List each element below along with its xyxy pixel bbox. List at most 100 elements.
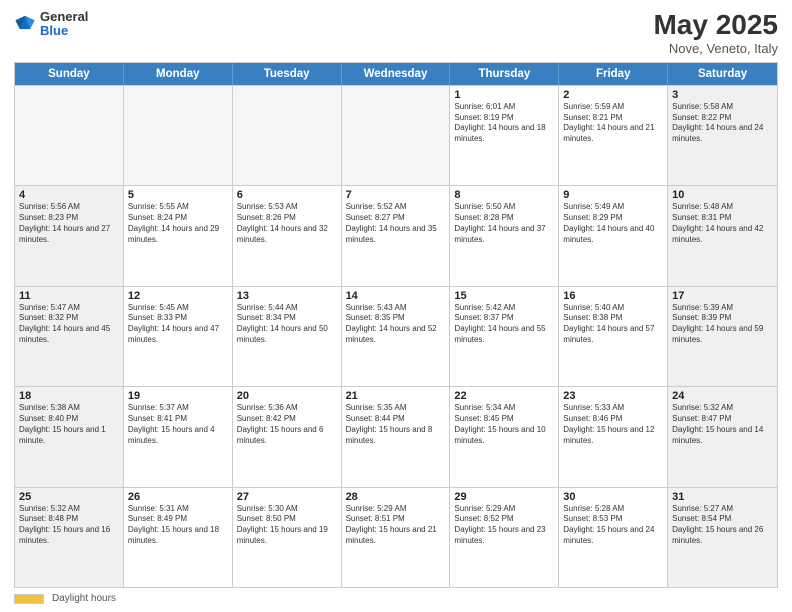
day-number: 4 xyxy=(19,189,119,201)
day-info: Sunrise: 5:27 AMSunset: 8:54 PMDaylight:… xyxy=(672,504,773,547)
day-number: 18 xyxy=(19,390,119,402)
calendar-title: May 2025 xyxy=(653,10,778,41)
day-number: 7 xyxy=(346,189,446,201)
logo-general-text: General xyxy=(40,10,88,24)
day-number: 22 xyxy=(454,390,554,402)
cal-cell-29: 29Sunrise: 5:29 AMSunset: 8:52 PMDayligh… xyxy=(450,488,559,587)
cal-row-3: 18Sunrise: 5:38 AMSunset: 8:40 PMDayligh… xyxy=(15,386,777,486)
page: General Blue May 2025 Nove, Veneto, Ital… xyxy=(0,0,792,612)
day-number: 21 xyxy=(346,390,446,402)
cal-cell-17: 17Sunrise: 5:39 AMSunset: 8:39 PMDayligh… xyxy=(668,287,777,386)
day-number: 19 xyxy=(128,390,228,402)
day-number: 24 xyxy=(672,390,773,402)
day-info: Sunrise: 5:50 AMSunset: 8:28 PMDaylight:… xyxy=(454,202,554,245)
day-info: Sunrise: 5:35 AMSunset: 8:44 PMDaylight:… xyxy=(346,403,446,446)
cal-cell-23: 23Sunrise: 5:33 AMSunset: 8:46 PMDayligh… xyxy=(559,387,668,486)
title-block: May 2025 Nove, Veneto, Italy xyxy=(653,10,778,56)
cal-cell-10: 10Sunrise: 5:48 AMSunset: 8:31 PMDayligh… xyxy=(668,186,777,285)
cal-cell-empty-0-2 xyxy=(233,86,342,185)
cal-cell-19: 19Sunrise: 5:37 AMSunset: 8:41 PMDayligh… xyxy=(124,387,233,486)
cal-cell-1: 1Sunrise: 6:01 AMSunset: 8:19 PMDaylight… xyxy=(450,86,559,185)
calendar-subtitle: Nove, Veneto, Italy xyxy=(653,41,778,56)
day-info: Sunrise: 5:38 AMSunset: 8:40 PMDaylight:… xyxy=(19,403,119,446)
day-info: Sunrise: 5:47 AMSunset: 8:32 PMDaylight:… xyxy=(19,303,119,346)
cal-header-wednesday: Wednesday xyxy=(342,63,451,85)
cal-cell-empty-0-0 xyxy=(15,86,124,185)
day-info: Sunrise: 5:53 AMSunset: 8:26 PMDaylight:… xyxy=(237,202,337,245)
calendar: SundayMondayTuesdayWednesdayThursdayFrid… xyxy=(14,62,778,588)
day-info: Sunrise: 5:29 AMSunset: 8:52 PMDaylight:… xyxy=(454,504,554,547)
cal-row-0: 1Sunrise: 6:01 AMSunset: 8:19 PMDaylight… xyxy=(15,85,777,185)
calendar-body: 1Sunrise: 6:01 AMSunset: 8:19 PMDaylight… xyxy=(15,85,777,587)
cal-cell-13: 13Sunrise: 5:44 AMSunset: 8:34 PMDayligh… xyxy=(233,287,342,386)
cal-cell-5: 5Sunrise: 5:55 AMSunset: 8:24 PMDaylight… xyxy=(124,186,233,285)
day-info: Sunrise: 5:43 AMSunset: 8:35 PMDaylight:… xyxy=(346,303,446,346)
day-info: Sunrise: 6:01 AMSunset: 8:19 PMDaylight:… xyxy=(454,102,554,145)
cal-header-saturday: Saturday xyxy=(668,63,777,85)
day-number: 1 xyxy=(454,89,554,101)
day-number: 31 xyxy=(672,491,773,503)
day-number: 25 xyxy=(19,491,119,503)
cal-cell-2: 2Sunrise: 5:59 AMSunset: 8:21 PMDaylight… xyxy=(559,86,668,185)
logo-blue-text: Blue xyxy=(40,24,88,38)
cal-cell-28: 28Sunrise: 5:29 AMSunset: 8:51 PMDayligh… xyxy=(342,488,451,587)
day-number: 23 xyxy=(563,390,663,402)
cal-row-2: 11Sunrise: 5:47 AMSunset: 8:32 PMDayligh… xyxy=(15,286,777,386)
day-number: 15 xyxy=(454,290,554,302)
footer: Daylight hours xyxy=(14,593,778,604)
day-info: Sunrise: 5:39 AMSunset: 8:39 PMDaylight:… xyxy=(672,303,773,346)
logo: General Blue xyxy=(14,10,88,39)
logo-text: General Blue xyxy=(40,10,88,39)
cal-cell-16: 16Sunrise: 5:40 AMSunset: 8:38 PMDayligh… xyxy=(559,287,668,386)
cal-cell-empty-0-3 xyxy=(342,86,451,185)
day-number: 11 xyxy=(19,290,119,302)
day-info: Sunrise: 5:59 AMSunset: 8:21 PMDaylight:… xyxy=(563,102,663,145)
day-info: Sunrise: 5:44 AMSunset: 8:34 PMDaylight:… xyxy=(237,303,337,346)
day-number: 28 xyxy=(346,491,446,503)
cal-cell-30: 30Sunrise: 5:28 AMSunset: 8:53 PMDayligh… xyxy=(559,488,668,587)
day-info: Sunrise: 5:40 AMSunset: 8:38 PMDaylight:… xyxy=(563,303,663,346)
cal-row-4: 25Sunrise: 5:32 AMSunset: 8:48 PMDayligh… xyxy=(15,487,777,587)
cal-cell-20: 20Sunrise: 5:36 AMSunset: 8:42 PMDayligh… xyxy=(233,387,342,486)
daylight-label: Daylight hours xyxy=(52,593,116,604)
day-number: 10 xyxy=(672,189,773,201)
day-number: 9 xyxy=(563,189,663,201)
cal-cell-empty-0-1 xyxy=(124,86,233,185)
day-number: 8 xyxy=(454,189,554,201)
cal-header-monday: Monday xyxy=(124,63,233,85)
day-info: Sunrise: 5:28 AMSunset: 8:53 PMDaylight:… xyxy=(563,504,663,547)
cal-cell-15: 15Sunrise: 5:42 AMSunset: 8:37 PMDayligh… xyxy=(450,287,559,386)
day-number: 6 xyxy=(237,189,337,201)
day-number: 20 xyxy=(237,390,337,402)
cal-cell-18: 18Sunrise: 5:38 AMSunset: 8:40 PMDayligh… xyxy=(15,387,124,486)
cal-header-friday: Friday xyxy=(559,63,668,85)
day-number: 17 xyxy=(672,290,773,302)
day-number: 13 xyxy=(237,290,337,302)
day-info: Sunrise: 5:33 AMSunset: 8:46 PMDaylight:… xyxy=(563,403,663,446)
day-info: Sunrise: 5:32 AMSunset: 8:48 PMDaylight:… xyxy=(19,504,119,547)
cal-cell-25: 25Sunrise: 5:32 AMSunset: 8:48 PMDayligh… xyxy=(15,488,124,587)
day-info: Sunrise: 5:52 AMSunset: 8:27 PMDaylight:… xyxy=(346,202,446,245)
cal-cell-24: 24Sunrise: 5:32 AMSunset: 8:47 PMDayligh… xyxy=(668,387,777,486)
day-number: 30 xyxy=(563,491,663,503)
cal-header-sunday: Sunday xyxy=(15,63,124,85)
cal-cell-21: 21Sunrise: 5:35 AMSunset: 8:44 PMDayligh… xyxy=(342,387,451,486)
day-info: Sunrise: 5:45 AMSunset: 8:33 PMDaylight:… xyxy=(128,303,228,346)
day-info: Sunrise: 5:49 AMSunset: 8:29 PMDaylight:… xyxy=(563,202,663,245)
day-number: 29 xyxy=(454,491,554,503)
calendar-header-row: SundayMondayTuesdayWednesdayThursdayFrid… xyxy=(15,63,777,85)
day-number: 26 xyxy=(128,491,228,503)
day-info: Sunrise: 5:30 AMSunset: 8:50 PMDaylight:… xyxy=(237,504,337,547)
cal-cell-26: 26Sunrise: 5:31 AMSunset: 8:49 PMDayligh… xyxy=(124,488,233,587)
logo-icon xyxy=(14,13,36,35)
cal-cell-7: 7Sunrise: 5:52 AMSunset: 8:27 PMDaylight… xyxy=(342,186,451,285)
cal-header-tuesday: Tuesday xyxy=(233,63,342,85)
day-number: 3 xyxy=(672,89,773,101)
day-number: 16 xyxy=(563,290,663,302)
day-info: Sunrise: 5:42 AMSunset: 8:37 PMDaylight:… xyxy=(454,303,554,346)
day-info: Sunrise: 5:48 AMSunset: 8:31 PMDaylight:… xyxy=(672,202,773,245)
day-number: 14 xyxy=(346,290,446,302)
day-info: Sunrise: 5:55 AMSunset: 8:24 PMDaylight:… xyxy=(128,202,228,245)
daylight-bar-icon xyxy=(14,594,44,604)
cal-cell-4: 4Sunrise: 5:56 AMSunset: 8:23 PMDaylight… xyxy=(15,186,124,285)
